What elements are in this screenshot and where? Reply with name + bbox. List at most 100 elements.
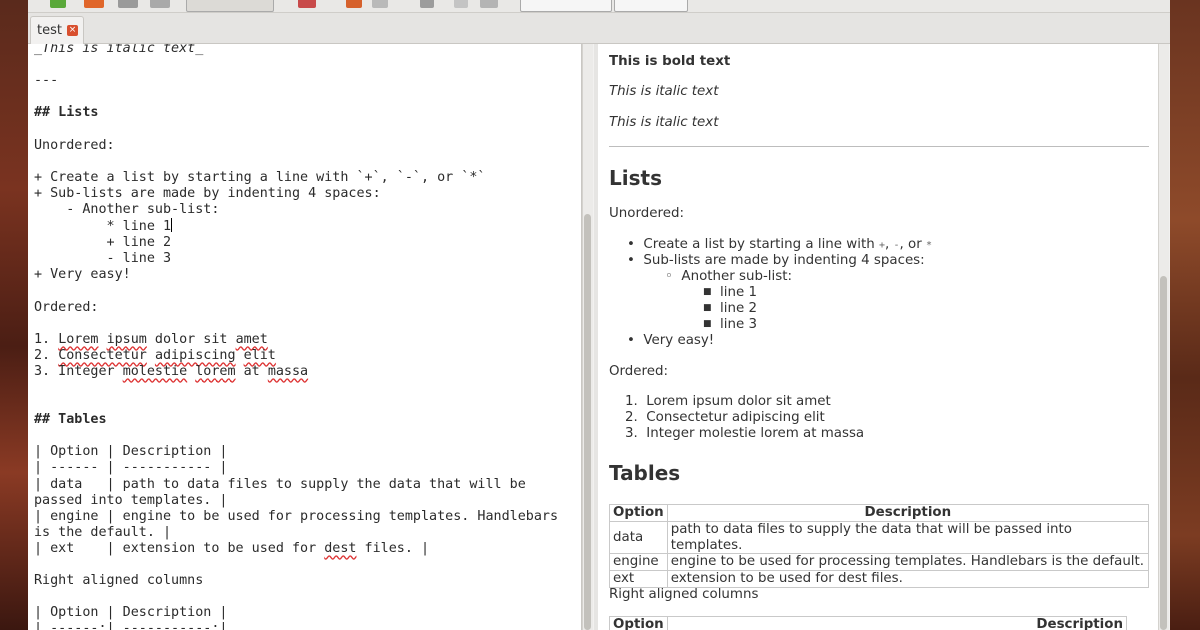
table-row: engine engine to be used for processing … [609, 553, 1150, 572]
editor-text-run: 1. [34, 331, 59, 347]
editor-scrollbar[interactable] [582, 44, 593, 630]
list-item: ■ line 2 [703, 301, 757, 316]
export-icon[interactable] [298, 0, 316, 8]
table-header: Description [666, 616, 1128, 630]
unordered-label: Unordered: [609, 206, 684, 221]
editor-line: Right aligned columns [34, 573, 204, 589]
editor-text-run: files. | [356, 540, 430, 556]
list-item-text: , or [899, 237, 926, 252]
bullet-icon: • [627, 333, 635, 348]
list-item-text: Another sub-list: [681, 269, 792, 284]
circle-bullet-icon: ◦ [665, 269, 673, 284]
editor-window: test × _This is italic text_ --- ## List… [28, 0, 1170, 630]
editor-line: Ordered: [34, 299, 99, 315]
table-row: data path to data files to supply the da… [609, 520, 1150, 555]
editor-line: Unordered: [34, 137, 115, 153]
editor-text-run: | ext | extension to be used for [34, 540, 325, 556]
inline-code: * [926, 240, 933, 251]
text-cursor [171, 218, 173, 233]
misspelled-word[interactable]: amet [236, 332, 268, 347]
editor-text-run [236, 348, 244, 363]
misspelled-word[interactable]: massa [268, 364, 308, 379]
list-item-text: , [884, 237, 894, 252]
misspelled-word[interactable]: ipsum [107, 332, 147, 347]
html-preview: This is bold text This is italic text Th… [598, 44, 1158, 630]
square-bullet-icon: ■ [703, 319, 712, 329]
editor-line: _This is italic text_ [34, 44, 204, 56]
ordered-label: Ordered: [609, 364, 669, 379]
editor-line: --- [34, 73, 59, 89]
list-item: ■ line 3 [703, 317, 757, 332]
square-bullet-icon: ■ [703, 287, 712, 297]
editor-line: * line 1 [34, 219, 172, 235]
tab-label: test [37, 23, 62, 38]
size-dropdown[interactable] [614, 0, 688, 12]
table-cell: data [609, 520, 668, 555]
table-cell: engine [609, 553, 668, 572]
editor-text[interactable]: _This is italic text_ --- ## Lists Unord… [34, 44, 558, 630]
preview-scroll-thumb[interactable] [1160, 276, 1167, 630]
ordered-list-item: 2. Consectetur adipiscing elit [625, 410, 825, 425]
editor-scroll-thumb[interactable] [584, 214, 591, 630]
editor-line: | Option | Description | [34, 444, 228, 460]
table-header: Option [609, 504, 668, 522]
open-icon[interactable] [84, 0, 104, 8]
copy-icon[interactable] [454, 0, 468, 8]
table-header: Option [609, 616, 668, 630]
right-aligned-table: Option Description [609, 616, 1128, 630]
misspelled-word[interactable]: Consectetur [58, 348, 147, 363]
ordered-list-item: 1. Lorem ipsum dolor sit amet [625, 394, 831, 409]
list-item-text: Create a list by starting a line with [643, 237, 879, 252]
tab-test[interactable]: test × [30, 16, 84, 44]
table-header-row: Option Description [609, 504, 1150, 522]
list-item: ◦ Another sub-list: [665, 269, 792, 284]
new-file-icon[interactable] [50, 0, 66, 8]
editor-line: passed into templates. | [34, 492, 228, 508]
list-item-text: Very easy! [643, 333, 715, 348]
preview-button[interactable] [186, 0, 274, 12]
editor-line: + Create a list by starting a line with … [34, 169, 486, 185]
preview-scrollbar[interactable] [1158, 44, 1169, 630]
options-table: Option Description data path to data fil… [609, 504, 1150, 588]
editor-text-run: 2. [34, 347, 59, 363]
cut-icon[interactable] [420, 0, 434, 8]
misspelled-word[interactable]: elit [244, 348, 276, 363]
print-icon[interactable] [150, 0, 170, 8]
desktop-wallpaper-right [1170, 0, 1200, 630]
list-item: • Very easy! [627, 333, 714, 348]
list-item-text: line 3 [720, 317, 757, 332]
editor-line: | data | path to data files to supply th… [34, 476, 526, 492]
editor-line: - line 3 [34, 251, 172, 267]
close-icon[interactable]: × [67, 25, 78, 36]
markdown-editor[interactable]: _This is italic text_ --- ## Lists Unord… [28, 44, 582, 630]
misspelled-word[interactable]: molestie [123, 364, 188, 379]
misspelled-word[interactable]: dest [324, 541, 356, 556]
style-dropdown[interactable] [520, 0, 612, 12]
editor-text-run [147, 348, 155, 363]
editor-line: + Sub-lists are made by indenting 4 spac… [34, 185, 381, 201]
italic-text: This is italic text [609, 84, 719, 99]
table-cell: engine to be used for processing templat… [666, 553, 1150, 572]
editor-line: + Very easy! [34, 267, 131, 283]
misspelled-word[interactable]: lorem [195, 364, 235, 379]
misspelled-word[interactable]: Lorem [58, 332, 98, 347]
list-item: • Create a list by starting a line with … [627, 237, 932, 252]
misspelled-word[interactable]: adipiscing [155, 348, 236, 363]
paste-icon[interactable] [480, 0, 498, 8]
save-icon[interactable] [118, 0, 138, 8]
undo-icon[interactable] [346, 0, 362, 8]
ordered-list-item: 3. Integer molestie lorem at massa [625, 426, 865, 441]
bullet-icon: • [627, 237, 635, 252]
list-item-text: line 2 [720, 301, 757, 316]
list-item-text: Sub-lists are made by indenting 4 spaces… [643, 253, 925, 268]
bold-text: This is bold text [609, 54, 731, 69]
bullet-icon: • [627, 253, 635, 268]
redo-icon[interactable] [372, 0, 388, 8]
editor-line: - Another sub-list: [34, 201, 220, 217]
list-item-text: line 1 [720, 285, 757, 300]
editor-line: | ------:| -----------:| [34, 621, 228, 630]
lists-heading: Lists [609, 166, 662, 190]
italic-text: This is italic text [609, 115, 719, 130]
list-item: • Sub-lists are made by indenting 4 spac… [627, 253, 925, 268]
table-cell: ext [609, 570, 668, 588]
